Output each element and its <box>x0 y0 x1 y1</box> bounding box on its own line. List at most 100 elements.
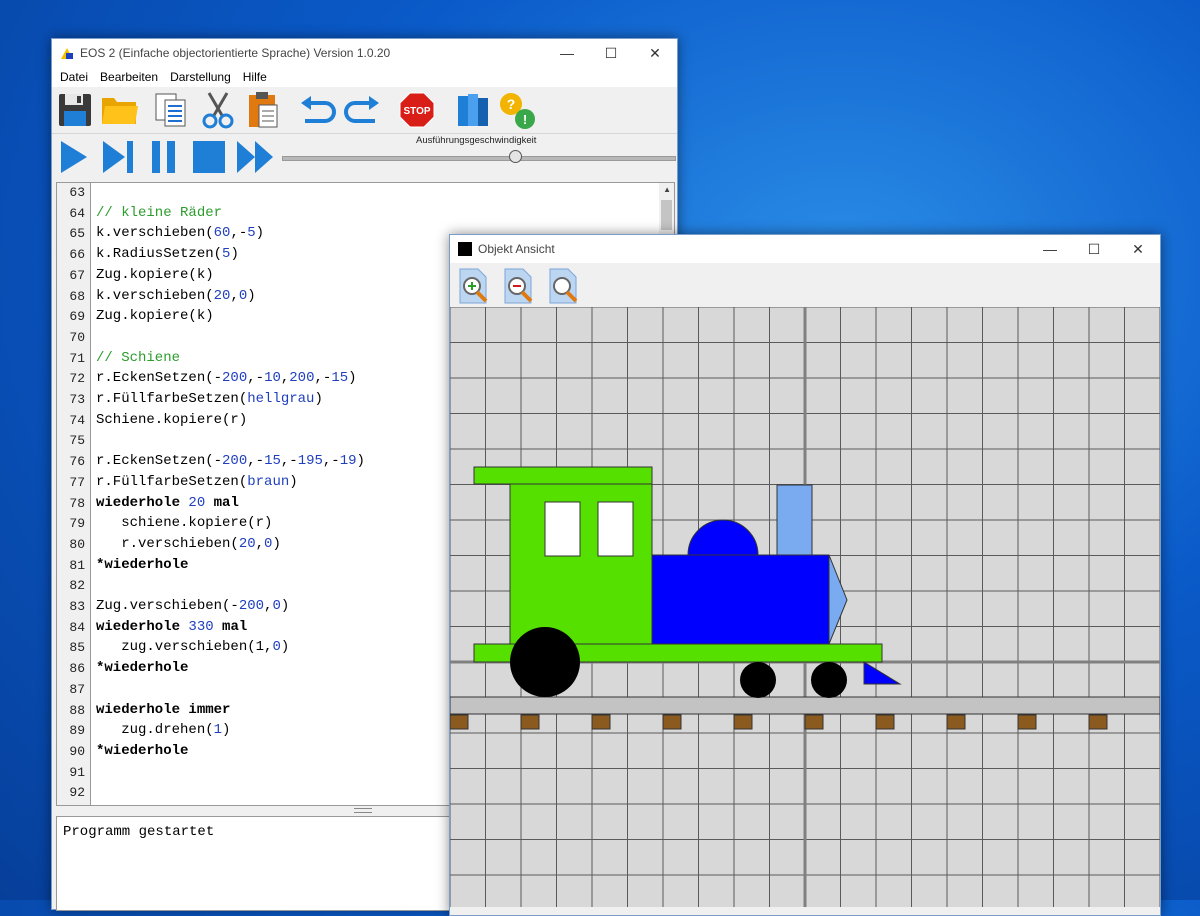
close-button[interactable]: ✕ <box>633 39 677 67</box>
line-number: 90 <box>69 743 85 759</box>
rail-sleeper <box>662 714 682 730</box>
code-line: schiene.kopiere(r) <box>96 515 272 531</box>
code-token: r.EckenSetzen(- <box>96 370 223 387</box>
code-line: Schiene.kopiere(r) <box>96 412 247 428</box>
code-token: // kleine Räder <box>96 204 223 221</box>
line-number: 63 <box>69 185 85 200</box>
line-number: 74 <box>69 412 85 428</box>
code-line: // kleine Räder <box>96 205 222 221</box>
maximize-button[interactable]: ☐ <box>589 39 633 67</box>
line-number: 77 <box>69 474 85 490</box>
paste-button[interactable] <box>245 91 281 129</box>
code-token: 0 <box>272 598 281 614</box>
line-number: 67 <box>69 267 85 283</box>
code-token: ) <box>280 598 290 614</box>
step-button[interactable] <box>100 138 136 176</box>
line-number: 68 <box>69 288 85 304</box>
rail-sleeper <box>804 714 824 730</box>
code-token: 1 <box>213 722 223 739</box>
code-line: Zug.kopiere(k) <box>96 308 214 324</box>
object-canvas[interactable] <box>449 306 1179 907</box>
small-wheel-front <box>740 662 776 698</box>
menu-datei[interactable]: Datei <box>52 67 92 87</box>
line-number: 73 <box>69 392 85 407</box>
undo-button[interactable] <box>298 93 338 127</box>
line-number: 71 <box>69 350 85 366</box>
code-line: *wiederhole <box>96 557 188 573</box>
docs-button[interactable] <box>454 92 492 128</box>
zoom-out-icon <box>504 268 533 304</box>
code-line: k.verschieben(20,0) <box>96 288 256 304</box>
zoom-in-icon <box>459 268 488 304</box>
svg-text:!: ! <box>523 112 527 127</box>
code-token: ) <box>255 225 265 242</box>
code-token: ,- <box>230 225 248 242</box>
code-token: 15 <box>331 370 349 387</box>
scroll-up-arrow-icon[interactable]: ▲ <box>663 185 671 194</box>
main-title-bar[interactable]: EOS 2 (Einfache objectorientierte Sprach… <box>52 39 677 67</box>
rail-sleeper <box>946 714 966 730</box>
code-token: r.EckenSetzen(- <box>96 453 223 470</box>
code-token: , <box>255 535 265 552</box>
code-token: wiederhole immer <box>96 701 231 718</box>
stop-run-button[interactable] <box>191 138 227 176</box>
copy-button[interactable] <box>152 91 190 129</box>
object-view-app-icon <box>458 242 472 256</box>
rail-sleeper <box>520 714 540 730</box>
code-line: r.FüllfarbeSetzen(hellgrau) <box>96 391 323 407</box>
run-toolbar: Ausführungsgeschwindigkeit <box>52 135 677 179</box>
run-button[interactable] <box>57 138 91 176</box>
line-number: 70 <box>69 329 85 345</box>
output-text: Programm gestartet <box>63 824 215 840</box>
speed-slider-track[interactable] <box>282 156 676 161</box>
stop-button[interactable]: STOP <box>398 92 436 128</box>
code-line: zug.verschieben(1,0) <box>96 639 289 655</box>
object-view-window: Objekt Ansicht — ☐ ✕ <box>449 234 1179 916</box>
code-token: zug.drehen( <box>96 722 214 739</box>
code-token: ) <box>222 722 231 739</box>
code-token: 200 <box>222 370 248 387</box>
main-window-title: EOS 2 (Einfache objectorientierte Sprach… <box>80 46 391 60</box>
code-line: r.EckenSetzen(-200,-15,-195,-19) <box>96 453 365 469</box>
open-button[interactable] <box>100 91 140 129</box>
minimize-button[interactable]: — <box>545 39 589 67</box>
code-token: *wiederhole <box>96 660 189 677</box>
save-button[interactable] <box>57 91 93 129</box>
object-view-maximize-button[interactable]: ☐ <box>1072 235 1116 263</box>
zoom-out-button[interactable] <box>503 268 535 304</box>
code-token: *wiederhole <box>96 556 189 573</box>
code-token: ,- <box>247 453 265 470</box>
code-line: Zug.kopiere(k) <box>96 267 214 283</box>
code-token: 19 <box>339 453 357 470</box>
speed-label: Ausführungsgeschwindigkeit <box>416 135 537 146</box>
redo-button[interactable] <box>342 93 382 127</box>
fast-forward-button[interactable] <box>236 138 274 176</box>
code-token: Zug.verschieben(- <box>96 598 239 614</box>
help-button[interactable]: ? ! <box>496 91 538 131</box>
code-token: 330 <box>188 618 214 635</box>
pause-button[interactable] <box>148 138 180 176</box>
code-token: 15 <box>264 453 281 470</box>
cut-button[interactable] <box>200 91 236 129</box>
code-token: // Schiene <box>96 349 181 366</box>
code-token: 1 <box>255 639 265 656</box>
zoom-in-button[interactable] <box>458 268 490 304</box>
speed-slider-thumb[interactable] <box>509 150 522 163</box>
line-number: 76 <box>69 454 85 470</box>
code-token: k.RadiusSetzen( <box>96 246 223 263</box>
rail-sleeper <box>733 714 753 730</box>
menu-darstellung[interactable]: Darstellung <box>162 67 235 87</box>
object-view-title-bar[interactable]: Objekt Ansicht — ☐ ✕ <box>450 235 1160 263</box>
line-number: 75 <box>69 433 85 449</box>
code-token: ) <box>272 535 281 552</box>
menu-hilfe[interactable]: Hilfe <box>235 67 271 87</box>
object-view-close-button[interactable]: ✕ <box>1116 235 1160 263</box>
line-number: 69 <box>69 309 85 325</box>
editor-scrollbar-thumb[interactable] <box>661 200 672 230</box>
menu-bearbeiten[interactable]: Bearbeiten <box>92 67 162 87</box>
code-token: 60 <box>213 225 231 242</box>
object-view-minimize-button[interactable]: — <box>1028 235 1072 263</box>
fast-forward-icon <box>237 141 273 173</box>
svg-text:STOP: STOP <box>403 106 430 117</box>
zoom-reset-button[interactable] <box>548 268 580 304</box>
